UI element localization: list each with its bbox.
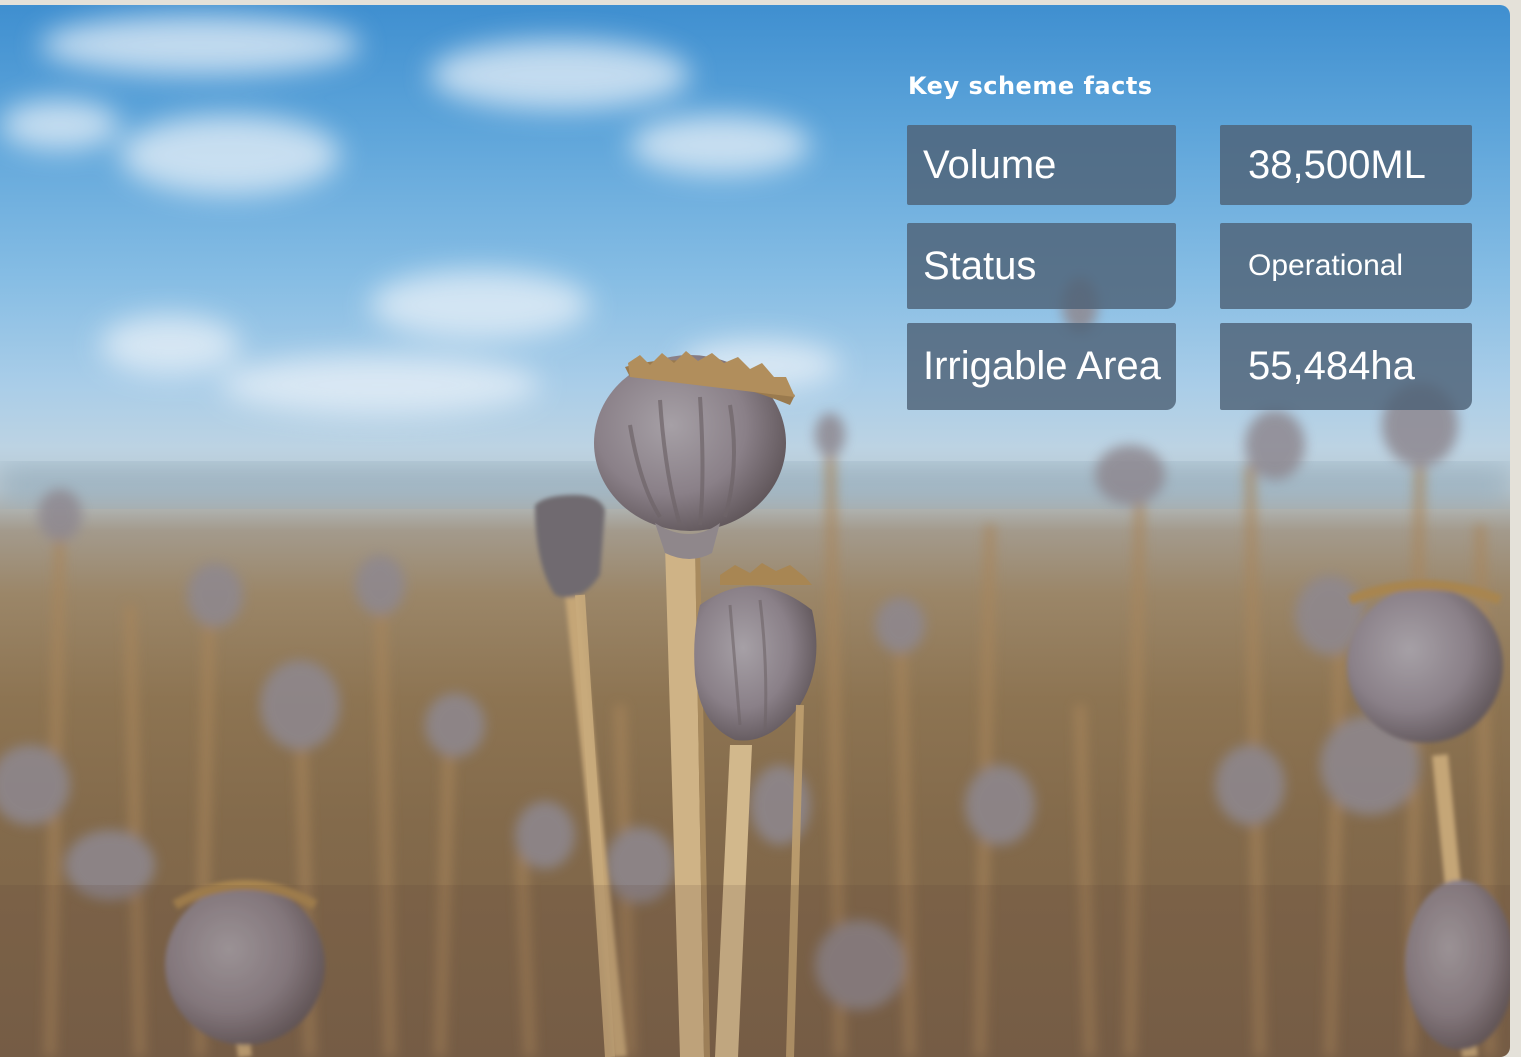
fact-label-volume: Volume: [907, 125, 1176, 205]
fact-value-irrigable-area: 55,484ha: [1220, 323, 1472, 410]
fact-label-status: Status: [907, 223, 1176, 309]
fact-value-volume: 38,500ML: [1220, 125, 1472, 205]
fact-label-irrigable-area: Irrigable Area: [907, 323, 1176, 410]
fact-value-status: Operational: [1220, 223, 1472, 309]
key-facts-title: Key scheme facts: [908, 72, 1153, 100]
